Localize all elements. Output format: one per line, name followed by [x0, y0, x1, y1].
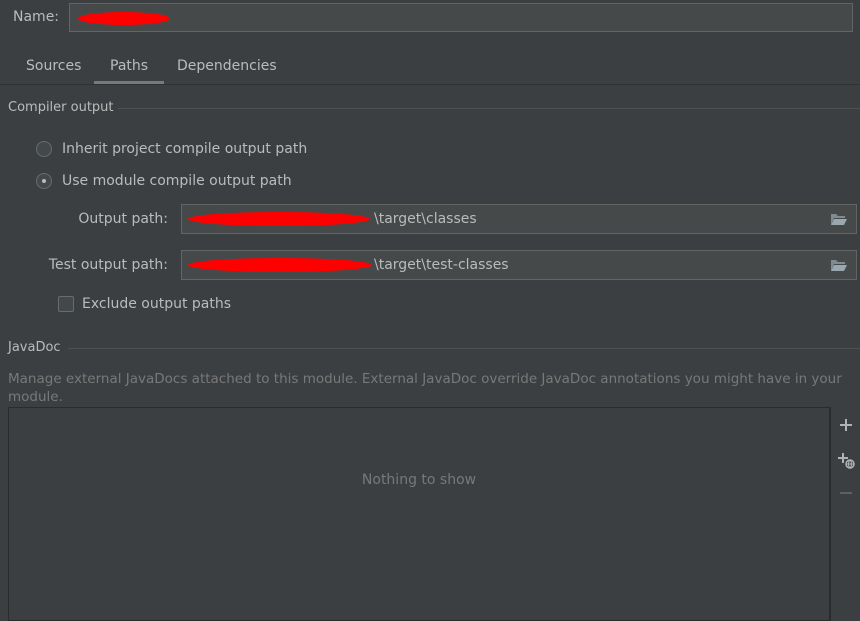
name-label: Name: — [13, 9, 60, 25]
compiler-output-title: Compiler output — [8, 100, 114, 115]
test-output-path-value: \target\test-classes — [374, 257, 509, 273]
javadoc-divider — [68, 348, 860, 349]
use-module-output-label[interactable]: Use module compile output path — [62, 173, 292, 189]
tab-dependencies[interactable]: Dependencies — [177, 58, 277, 84]
exclude-output-label[interactable]: Exclude output paths — [82, 296, 231, 312]
javadoc-title: JavaDoc — [8, 340, 61, 355]
use-module-output-radio[interactable] — [36, 173, 52, 189]
name-input[interactable] — [69, 3, 853, 32]
add-icon[interactable] — [836, 415, 856, 435]
redaction-mark — [188, 258, 372, 272]
inherit-output-label[interactable]: Inherit project compile output path — [62, 141, 307, 157]
redaction-mark — [188, 212, 370, 226]
javadoc-toolbar — [830, 407, 860, 621]
name-row: Name: — [0, 0, 860, 36]
test-output-path-label: Test output path: — [48, 257, 168, 273]
tab-sources[interactable]: Sources — [26, 58, 81, 84]
compiler-output-divider — [118, 108, 860, 109]
javadoc-table[interactable]: Nothing to show — [8, 407, 830, 621]
folder-icon[interactable] — [830, 212, 848, 226]
add-url-icon[interactable] — [836, 450, 856, 470]
tab-bar: Sources Paths Dependencies — [0, 50, 860, 85]
module-settings-panel: Name: Sources Paths Dependencies Compile… — [0, 0, 860, 621]
redaction-mark — [78, 12, 170, 25]
inherit-output-radio[interactable] — [36, 141, 52, 157]
exclude-output-checkbox[interactable] — [58, 296, 74, 312]
javadoc-description: Manage external JavaDocs attached to thi… — [8, 371, 842, 405]
tab-paths[interactable]: Paths — [93, 58, 165, 84]
empty-state-text: Nothing to show — [361, 472, 477, 488]
test-output-path-input[interactable]: \target\test-classes — [181, 250, 857, 280]
remove-icon[interactable] — [836, 483, 856, 503]
folder-icon[interactable] — [830, 258, 848, 272]
output-path-label: Output path: — [78, 211, 168, 227]
output-path-value: \target\classes — [374, 211, 477, 227]
output-path-input[interactable]: \target\classes — [181, 204, 857, 234]
